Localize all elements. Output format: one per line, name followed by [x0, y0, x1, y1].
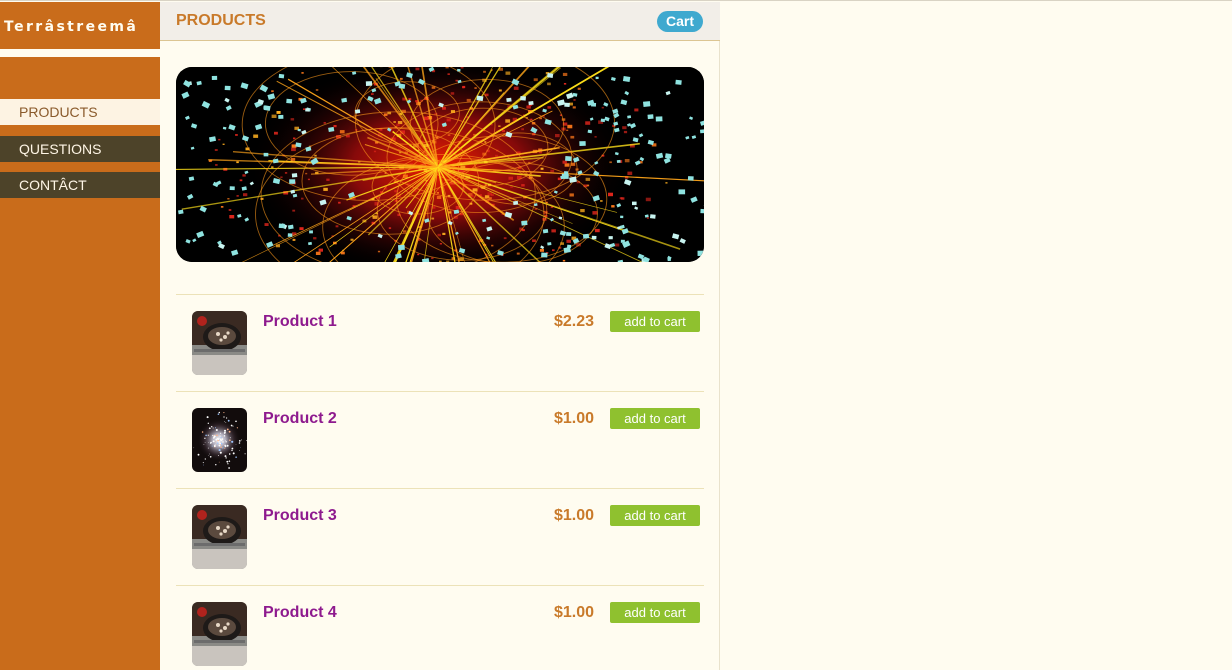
top-bar: PRODUCTS Cart — [160, 2, 720, 41]
add-to-cart-button[interactable]: add to cart — [610, 602, 700, 623]
skillet-photo-icon — [192, 505, 247, 569]
product-price: $1.00 — [553, 410, 594, 427]
product-name[interactable]: Product 3 — [263, 507, 337, 525]
product-name[interactable]: Product 2 — [263, 410, 337, 428]
sidebar-item-label: CONTÂCT — [19, 177, 87, 193]
sidebar-item-contact[interactable]: CONTÂCT — [0, 172, 160, 198]
cart-button[interactable]: Cart — [657, 11, 704, 32]
product-row: Product 2 $1.00 add to cart — [176, 391, 704, 488]
product-row: Product 4 $1.00 add to cart — [176, 585, 704, 670]
product-price: $2.23 — [553, 313, 594, 330]
star-cluster-photo-icon — [192, 408, 247, 472]
product-price: $1.00 — [553, 604, 594, 621]
product-thumbnail[interactable] — [192, 602, 247, 666]
product-thumbnail[interactable] — [192, 408, 247, 472]
sidebar-item-label: PRODUCTS — [19, 104, 98, 120]
product-thumbnail[interactable] — [192, 311, 247, 375]
sidebar-item-label: QUESTIONS — [19, 141, 102, 157]
product-row: Product 3 $1.00 add to cart — [176, 488, 704, 585]
sidebar: Terrâstreemâ PRODUCTS QUESTIONS CONTÂCT — [0, 2, 160, 670]
main-content: PRODUCTS Cart Product 1 $2.23 add to car… — [160, 2, 720, 670]
sidebar-item-products[interactable]: PRODUCTS — [0, 99, 160, 125]
skillet-photo-icon — [192, 311, 247, 375]
page: Terrâstreemâ PRODUCTS QUESTIONS CONTÂCT … — [0, 0, 1232, 670]
product-thumbnail[interactable] — [192, 505, 247, 569]
product-price: $1.00 — [553, 507, 594, 524]
product-row: Product 1 $2.23 add to cart — [176, 294, 704, 391]
site-logo[interactable]: Terrâstreemâ — [4, 19, 138, 35]
logo-divider — [0, 51, 160, 57]
skillet-photo-icon — [192, 602, 247, 666]
logo-bar[interactable]: Terrâstreemâ — [0, 2, 160, 51]
add-to-cart-button[interactable]: add to cart — [610, 408, 700, 429]
product-name[interactable]: Product 1 — [263, 313, 337, 331]
add-to-cart-button[interactable]: add to cart — [610, 505, 700, 526]
particle-collision-image — [176, 67, 704, 262]
product-name[interactable]: Product 4 — [263, 604, 337, 622]
sidebar-item-questions[interactable]: QUESTIONS — [0, 136, 160, 162]
hero-banner-image — [176, 67, 704, 262]
add-to-cart-button[interactable]: add to cart — [610, 311, 700, 332]
page-title: PRODUCTS — [176, 12, 266, 29]
